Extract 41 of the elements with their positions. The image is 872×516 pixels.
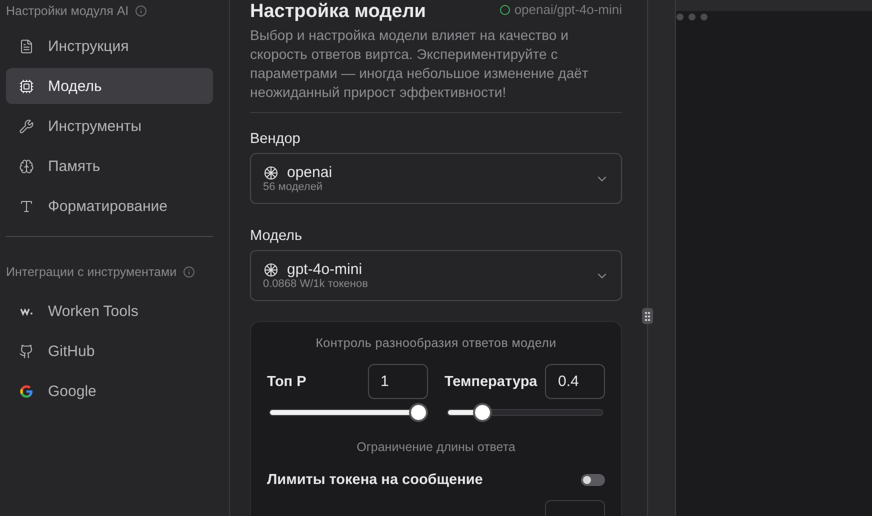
toggle-switch[interactable] xyxy=(581,474,605,486)
description: Выбор и настройка модели влияет на качество и скорость ответов виртса. Экспериментируйте с параметрами — иногда небольшое изменение даёт неожиданный прирост эффективности! xyxy=(250,26,622,113)
param-label: Топ P xyxy=(267,374,306,390)
resize-handle[interactable] xyxy=(642,308,653,324)
panel-title: Контроль разнообразия ответов модели xyxy=(314,336,558,350)
info-icon xyxy=(134,5,147,17)
slider-thumb[interactable] xyxy=(474,405,490,420)
slider-thumb[interactable] xyxy=(410,405,426,420)
loading-dots-icon xyxy=(676,13,710,21)
slider[interactable] xyxy=(444,403,605,422)
wrench-icon xyxy=(19,118,34,134)
letter-t-icon xyxy=(19,198,34,214)
status-dot xyxy=(500,4,510,14)
input-field[interactable]: 1 xyxy=(368,364,428,399)
select-field[interactable]: gpt-4o-mini 0.0868 W/1k токенов xyxy=(250,250,622,301)
sidebar-item[interactable]: Модель xyxy=(6,68,213,104)
document-icon xyxy=(19,38,34,54)
model-status: openai/gpt-4o-mini xyxy=(514,2,622,17)
google-icon xyxy=(19,384,34,398)
field-label: Вендор xyxy=(250,131,302,147)
integration-item[interactable]: GitHub xyxy=(6,333,213,369)
info-icon xyxy=(182,266,195,278)
sidebar-item[interactable]: Инструкция xyxy=(6,28,213,64)
sidebar-item[interactable]: Форматирование xyxy=(6,188,213,224)
chip-icon xyxy=(19,78,34,94)
sidebar-item[interactable]: Память xyxy=(6,148,213,184)
input-field[interactable]: 0.4 xyxy=(545,364,605,399)
section-title: Интеграции с инструментами xyxy=(6,265,177,279)
toggle-label: Лимиты токена на сообщение xyxy=(267,472,483,488)
slider[interactable] xyxy=(267,403,428,422)
github-icon xyxy=(19,344,34,358)
sidebar-item[interactable]: Инструменты xyxy=(6,108,213,144)
integration-item[interactable]: Worken Tools xyxy=(6,293,213,329)
section-title: Настройки модуля AI xyxy=(6,4,129,18)
brain-icon xyxy=(19,158,34,174)
section-subtitle: Ограничение длины ответа xyxy=(356,440,516,454)
integration-item[interactable]: Google xyxy=(6,373,213,409)
field-label: Модель xyxy=(250,228,304,244)
page-title: Настройка модели xyxy=(250,2,426,22)
param-label: Температура xyxy=(444,374,538,390)
select-field[interactable]: openai 56 моделей xyxy=(250,153,622,204)
